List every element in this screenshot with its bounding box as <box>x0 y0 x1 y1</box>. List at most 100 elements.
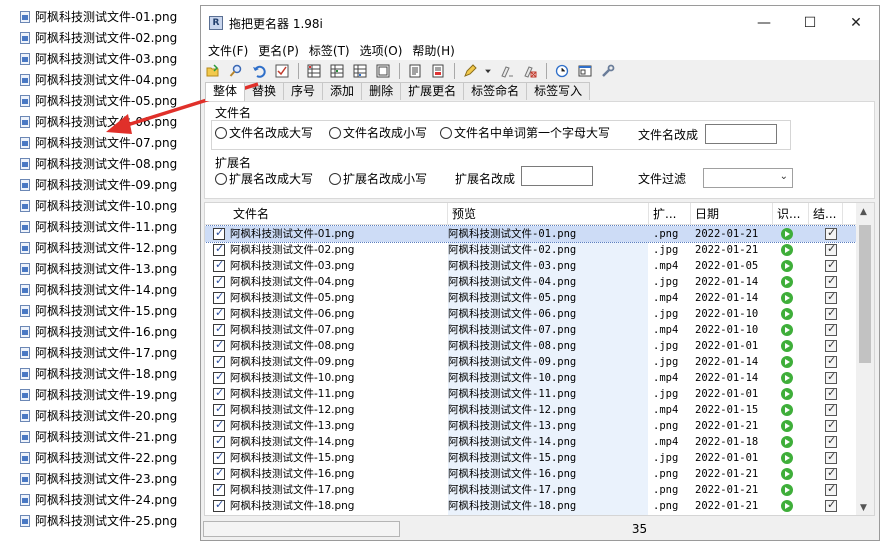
row-checkbox[interactable] <box>213 466 225 480</box>
menu-file[interactable]: 文件(F) <box>203 42 253 59</box>
table-row[interactable]: 阿枫科技测试文件-12.png 阿枫科技测试文件-12.png .mp4 2022-0… <box>205 402 856 418</box>
desktop-file-item[interactable]: 阿枫科技测试文件-12.png <box>20 237 200 258</box>
result-checkbox[interactable] <box>825 322 837 336</box>
report-button[interactable] <box>428 61 448 81</box>
result-checkbox[interactable] <box>825 498 837 512</box>
table-row[interactable]: 阿枫科技测试文件-14.png 阿枫科技测试文件-14.png .mp4 2022-0… <box>205 434 856 450</box>
table-row[interactable]: 阿枫科技测试文件-05.png 阿枫科技测试文件-05.png .mp4 2022-0… <box>205 290 856 306</box>
col-header-date[interactable]: 日期 <box>691 203 773 225</box>
play-icon[interactable] <box>781 388 793 400</box>
play-icon[interactable] <box>781 260 793 272</box>
desktop-file-item[interactable]: 阿枫科技测试文件-20.png <box>20 405 200 426</box>
desktop-file-item[interactable]: 阿枫科技测试文件-01.png <box>20 6 200 27</box>
tab-replace[interactable]: 替换 <box>244 82 285 100</box>
ext-change-input[interactable] <box>521 166 593 186</box>
result-checkbox[interactable] <box>825 338 837 352</box>
tab-tag-write[interactable]: 标签写入 <box>526 82 591 100</box>
table-row[interactable]: 阿枫科技测试文件-15.png 阿枫科技测试文件-15.png .jpg 2022-0… <box>205 450 856 466</box>
play-icon[interactable] <box>781 308 793 320</box>
result-checkbox[interactable] <box>825 354 837 368</box>
tab-ext-rename[interactable]: 扩展更名 <box>400 82 465 100</box>
desktop-file-item[interactable]: 阿枫科技测试文件-10.png <box>20 195 200 216</box>
desktop-file-item[interactable]: 阿枫科技测试文件-22.png <box>20 447 200 468</box>
table-row[interactable]: 阿枫科技测试文件-04.png 阿枫科技测试文件-04.png .jpg 2022-0… <box>205 274 856 290</box>
result-checkbox[interactable] <box>825 370 837 384</box>
grid-button-2[interactable] <box>327 61 347 81</box>
radio-ext-lower[interactable]: 扩展名改成小写 <box>329 170 427 187</box>
desktop-file-item[interactable]: 阿枫科技测试文件-15.png <box>20 300 200 321</box>
desktop-file-item[interactable]: 阿枫科技测试文件-09.png <box>20 174 200 195</box>
table-row[interactable]: 阿枫科技测试文件-10.png 阿枫科技测试文件-10.png .mp4 2022-0… <box>205 370 856 386</box>
play-icon[interactable] <box>781 452 793 464</box>
wrench-button[interactable] <box>598 61 618 81</box>
play-icon[interactable] <box>781 324 793 336</box>
table-row[interactable]: 阿枫科技测试文件-02.png 阿枫科技测试文件-02.png .jpg 2022-0… <box>205 242 856 258</box>
row-checkbox[interactable] <box>213 274 225 288</box>
open-folder-button[interactable] <box>203 61 223 81</box>
table-row[interactable]: 阿枫科技测试文件-06.png 阿枫科技测试文件-06.png .jpg 2022-0… <box>205 306 856 322</box>
tab-add[interactable]: 添加 <box>322 82 363 100</box>
play-icon[interactable] <box>781 372 793 384</box>
result-checkbox[interactable] <box>825 386 837 400</box>
row-checkbox[interactable] <box>213 482 225 496</box>
close-button[interactable]: ✕ <box>833 6 879 40</box>
desktop-file-item[interactable]: 阿枫科技测试文件-18.png <box>20 363 200 384</box>
file-filter-select[interactable]: ⌄ <box>703 168 793 188</box>
result-checkbox[interactable] <box>825 466 837 480</box>
row-checkbox[interactable] <box>213 354 225 368</box>
table-row[interactable]: 阿枫科技测试文件-17.png 阿枫科技测试文件-17.png .png 2022-0… <box>205 482 856 498</box>
table-row[interactable]: 阿枫科技测试文件-07.png 阿枫科技测试文件-07.png .mp4 2022-0… <box>205 322 856 338</box>
row-checkbox[interactable] <box>213 290 225 304</box>
result-checkbox[interactable] <box>825 418 837 432</box>
play-icon[interactable] <box>781 468 793 480</box>
menu-tag[interactable]: 标签(T) <box>304 42 355 59</box>
col-header-ext[interactable]: 扩... <box>649 203 691 225</box>
tab-overall[interactable]: 整体 <box>205 82 246 101</box>
radio-filename-lower[interactable]: 文件名改成小写 <box>329 124 427 141</box>
desktop-file-item[interactable]: 阿枫科技测试文件-03.png <box>20 48 200 69</box>
table-row[interactable]: 阿枫科技测试文件-08.png 阿枫科技测试文件-08.png .jpg 2022-0… <box>205 338 856 354</box>
desktop-file-item[interactable]: 阿枫科技测试文件-05.png <box>20 90 200 111</box>
radio-filename-upper[interactable]: 文件名改成大写 <box>215 124 313 141</box>
title-bar[interactable]: R 拖把更名器 1.98i — ☐ ✕ <box>201 6 879 40</box>
window-button[interactable] <box>575 61 595 81</box>
result-checkbox[interactable] <box>825 482 837 496</box>
desktop-file-item[interactable]: 阿枫科技测试文件-13.png <box>20 258 200 279</box>
menu-rename[interactable]: 更名(P) <box>253 42 304 59</box>
row-checkbox[interactable] <box>213 450 225 464</box>
col-header-preview[interactable]: 预览 <box>448 203 649 225</box>
play-icon[interactable] <box>781 356 793 368</box>
menu-help[interactable]: 帮助(H) <box>407 42 459 59</box>
grid-button-4[interactable] <box>373 61 393 81</box>
desktop-file-item[interactable]: 阿枫科技测试文件-21.png <box>20 426 200 447</box>
scroll-down-icon[interactable]: ▼ <box>860 503 867 513</box>
tab-sequence[interactable]: 序号 <box>283 82 324 100</box>
result-checkbox[interactable] <box>825 306 837 320</box>
desktop-file-item[interactable]: 阿枫科技测试文件-06.png <box>20 111 200 132</box>
table-row[interactable]: 阿枫科技测试文件-01.png 阿枫科技测试文件-01.png .png 2022-0… <box>205 225 857 243</box>
tab-tag-naming[interactable]: 标签命名 <box>463 82 528 100</box>
desktop-file-item[interactable]: 阿枫科技测试文件-14.png <box>20 279 200 300</box>
row-checkbox[interactable] <box>213 402 225 416</box>
desktop-file-item[interactable]: 阿枫科技测试文件-11.png <box>20 216 200 237</box>
vertical-scrollbar[interactable]: ▲ ▼ <box>856 203 874 515</box>
play-icon[interactable] <box>781 500 793 512</box>
row-checkbox[interactable] <box>213 386 225 400</box>
eraser-button[interactable] <box>497 61 517 81</box>
result-checkbox[interactable] <box>825 450 837 464</box>
radio-ext-upper[interactable]: 扩展名改成大写 <box>215 170 313 187</box>
desktop-file-item[interactable]: 阿枫科技测试文件-04.png <box>20 69 200 90</box>
row-checkbox[interactable] <box>213 322 225 336</box>
grid-button-1[interactable] <box>304 61 324 81</box>
result-checkbox[interactable] <box>825 226 837 240</box>
row-checkbox[interactable] <box>213 370 225 384</box>
table-row[interactable]: 阿枫科技测试文件-16.png 阿枫科技测试文件-16.png .png 2022-0… <box>205 466 856 482</box>
result-checkbox[interactable] <box>825 242 837 256</box>
desktop-file-item[interactable]: 阿枫科技测试文件-08.png <box>20 153 200 174</box>
clear-button[interactable] <box>520 61 540 81</box>
desktop-file-item[interactable]: 阿枫科技测试文件-19.png <box>20 384 200 405</box>
table-row[interactable]: 阿枫科技测试文件-09.png 阿枫科技测试文件-09.png .jpg 2022-0… <box>205 354 856 370</box>
result-checkbox[interactable] <box>825 290 837 304</box>
table-row[interactable]: 阿枫科技测试文件-13.png 阿枫科技测试文件-13.png .png 2022-0… <box>205 418 856 434</box>
play-icon[interactable] <box>781 228 793 240</box>
